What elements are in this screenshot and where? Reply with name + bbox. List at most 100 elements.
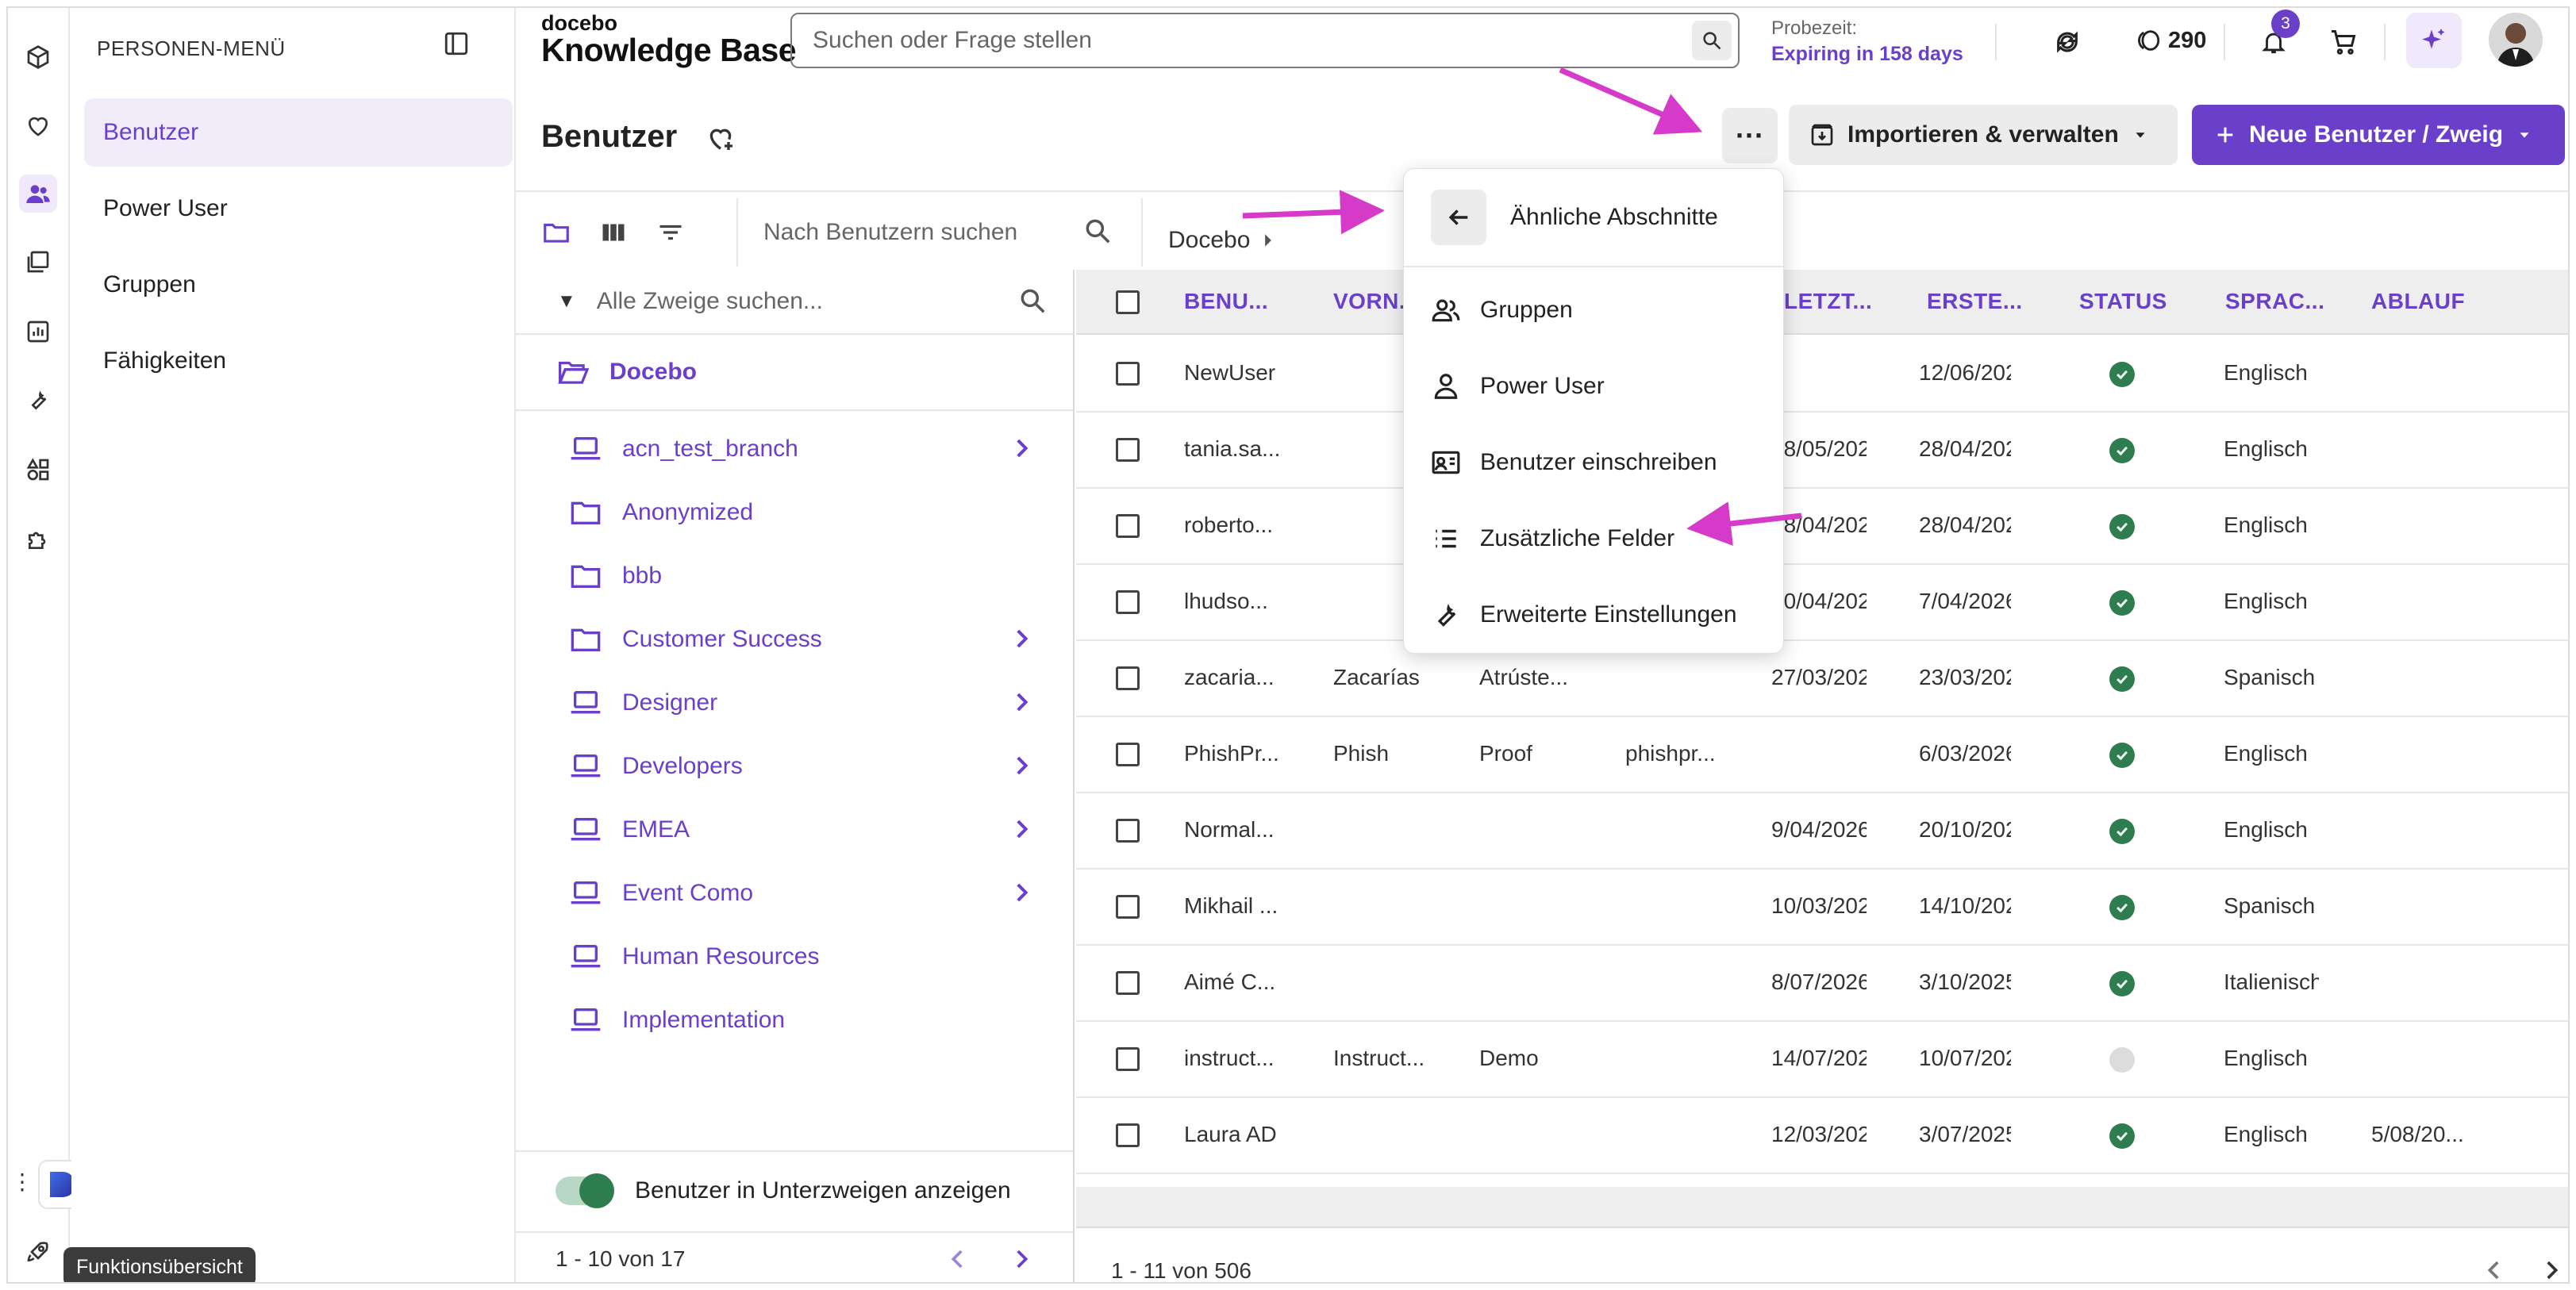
page-title: Benutzer — [541, 119, 678, 154]
sidebar-item-power-user[interactable]: Power User — [84, 175, 513, 243]
ai-assistant-button[interactable] — [2406, 13, 2462, 68]
courses-icon[interactable] — [19, 243, 57, 281]
branch-item[interactable]: Developers — [516, 735, 1073, 798]
subbranch-toggle[interactable] — [556, 1173, 614, 1208]
menu-item-zusaetzliche-felder[interactable]: Zusätzliche Felder — [1404, 501, 1783, 577]
menu-item-erweiterte-einstellungen[interactable]: Erweiterte Einstellungen — [1404, 577, 1783, 653]
branch-item[interactable]: Human Resources — [516, 925, 1073, 989]
sidebar-item-faehigkeiten[interactable]: Fähigkeiten — [84, 327, 513, 395]
related-sections-header[interactable]: Ähnliche Abschnitte — [1404, 169, 1783, 267]
import-manage-button[interactable]: Importieren & verwalten — [1789, 105, 2178, 165]
next-page-icon[interactable] — [1008, 1246, 1035, 1273]
row-checkbox[interactable] — [1116, 895, 1140, 919]
column-header[interactable]: STATUS — [2079, 289, 2167, 314]
caret-down-icon[interactable]: ▼ — [557, 290, 576, 313]
row-checkbox[interactable] — [1116, 666, 1140, 690]
table-row[interactable]: zacaria... Zacarías Atrúste... 27/03/202 23/… — [1076, 641, 2568, 717]
ai-search-icon[interactable] — [1692, 21, 1732, 60]
rocket-icon[interactable] — [19, 1233, 57, 1271]
breadcrumb-root[interactable]: Docebo — [1168, 227, 1250, 254]
branch-item[interactable]: bbb — [516, 544, 1073, 608]
subbranch-toggle-label: Benutzer in Unterzweigen anzeigen — [635, 1177, 1011, 1204]
back-arrow-icon[interactable] — [1431, 190, 1486, 245]
table-row[interactable]: instruct... Instruct... Demo 14/07/202 10/07… — [1076, 1022, 2568, 1098]
branch-root[interactable]: Docebo — [516, 335, 1073, 411]
table-row[interactable]: tania.sa... 18/05/202 28/04/202 Englisch — [1076, 413, 2568, 489]
sidebar-item-benutzer[interactable]: Benutzer — [84, 98, 513, 167]
table-row[interactable]: roberto... 28/04/202 28/04/202 Englisch — [1076, 489, 2568, 565]
branch-search-input[interactable]: ▼ Alle Zweige suchen... — [516, 270, 1073, 335]
row-checkbox[interactable] — [1116, 590, 1140, 614]
table-row[interactable]: Mikhail ... 10/03/202 14/10/202 Spanisch — [1076, 870, 2568, 946]
people-icon[interactable] — [19, 175, 57, 213]
breadcrumb[interactable]: Docebo — [1168, 227, 1274, 254]
chevron-right-icon[interactable] — [1008, 816, 1035, 843]
branch-item[interactable]: Implementation — [516, 989, 1073, 1052]
prev-page-icon[interactable] — [2481, 1257, 2508, 1282]
cell-created: 12/06/202 — [1919, 360, 2011, 385]
branch-item[interactable]: Anonymized — [516, 481, 1073, 544]
chevron-right-icon[interactable] — [1008, 879, 1035, 906]
coins-counter[interactable]: 290 — [2135, 27, 2206, 54]
branch-item[interactable]: EMEA — [516, 798, 1073, 862]
reports-icon[interactable] — [19, 313, 57, 351]
sync-icon[interactable] — [2047, 22, 2087, 62]
search-icon[interactable] — [1017, 286, 1048, 316]
column-header[interactable]: SPRAC... — [2225, 289, 2324, 314]
filter-icon[interactable] — [652, 214, 689, 251]
menu-item-benutzer-einschreiben[interactable]: Benutzer einschreiben — [1404, 424, 1783, 501]
columns-icon[interactable] — [595, 214, 632, 251]
row-checkbox[interactable] — [1116, 971, 1140, 995]
heart-icon[interactable] — [19, 106, 57, 144]
branch-pagination-label: 1 - 10 von 17 — [556, 1246, 686, 1271]
avatar[interactable] — [2489, 13, 2543, 67]
folder-view-icon[interactable] — [538, 214, 575, 251]
select-all-checkbox[interactable] — [1116, 290, 1140, 314]
cell-created: 20/10/202 — [1919, 817, 2011, 842]
user-search-input[interactable]: Nach Benutzern suchen — [763, 219, 1017, 246]
drag-handle-icon[interactable]: ⋮ — [11, 1171, 33, 1193]
favorite-add-icon[interactable] — [705, 122, 736, 154]
menu-item-gruppen[interactable]: Gruppen — [1404, 272, 1783, 348]
chevron-right-icon[interactable] — [1008, 625, 1035, 652]
row-checkbox[interactable] — [1116, 1047, 1140, 1071]
row-checkbox[interactable] — [1116, 743, 1140, 766]
branch-item[interactable]: Designer — [516, 671, 1073, 735]
row-checkbox[interactable] — [1116, 819, 1140, 843]
branch-item[interactable]: Event Como — [516, 862, 1073, 925]
chevron-right-icon[interactable] — [1008, 435, 1035, 462]
row-checkbox[interactable] — [1116, 514, 1140, 538]
row-checkbox[interactable] — [1116, 362, 1140, 386]
table-row[interactable]: lhudso... 10/04/202 7/04/2026 Englisch — [1076, 565, 2568, 641]
cube-icon[interactable] — [19, 38, 57, 76]
sidebar-item-gruppen[interactable]: Gruppen — [84, 251, 513, 319]
menu-item-power-user[interactable]: Power User — [1404, 348, 1783, 424]
table-row[interactable]: Laura AD 12/03/202 3/07/2025 Englisch 5/08/2… — [1076, 1098, 2568, 1174]
row-checkbox[interactable] — [1116, 1123, 1140, 1147]
column-header[interactable]: ERSTE... — [1927, 289, 2023, 314]
column-header[interactable]: ABLAUF — [2371, 289, 2465, 314]
table-row[interactable]: NewUser 12/06/202 Englisch — [1076, 336, 2568, 413]
new-user-branch-button[interactable]: Neue Benutzer / Zweig — [2192, 105, 2565, 165]
column-header[interactable]: LETZT... — [1784, 289, 1872, 314]
collapse-sidebar-icon[interactable] — [443, 30, 470, 57]
search-icon[interactable] — [1082, 216, 1113, 246]
chevron-right-icon[interactable] — [1008, 752, 1035, 779]
puzzle-icon[interactable] — [19, 520, 57, 559]
more-options-button[interactable]: ··· — [1722, 108, 1778, 163]
global-search-input[interactable]: Suchen oder Frage stellen — [790, 13, 1740, 68]
branch-item[interactable]: acn_test_branch — [516, 417, 1073, 481]
apps-icon[interactable] — [19, 451, 57, 489]
sidebar-item-label: Fähigkeiten — [103, 347, 227, 374]
table-row[interactable]: PhishPr... Phish Proof phishpr... 6/03/2026 E… — [1076, 717, 2568, 793]
column-header[interactable]: BENU... — [1184, 289, 1268, 314]
next-page-icon[interactable] — [2538, 1257, 2565, 1282]
chevron-right-icon[interactable] — [1008, 689, 1035, 716]
branch-item[interactable]: Customer Success — [516, 608, 1073, 671]
cart-icon[interactable] — [2324, 22, 2363, 62]
prev-page-icon[interactable] — [944, 1246, 971, 1273]
table-row[interactable]: Normal... 9/04/2026 20/10/202 Englisch — [1076, 793, 2568, 870]
table-row[interactable]: Aimé C... 8/07/2026 3/10/2025 Italienisch — [1076, 946, 2568, 1022]
wrench-icon[interactable] — [19, 381, 57, 419]
row-checkbox[interactable] — [1116, 438, 1140, 462]
